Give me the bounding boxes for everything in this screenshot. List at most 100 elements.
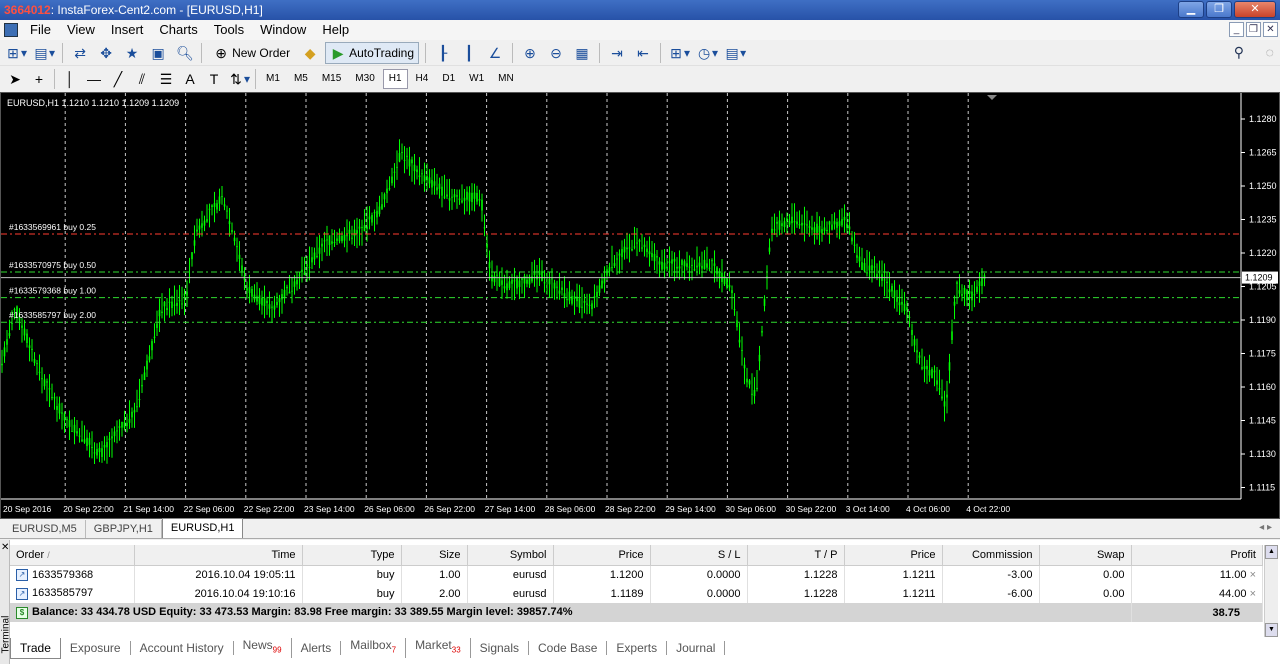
- crosshair-button[interactable]: +: [28, 68, 50, 90]
- bar-chart-button[interactable]: ┠: [432, 42, 454, 64]
- search-icon[interactable]: ⚲: [1234, 44, 1244, 61]
- profiles-button[interactable]: ▤ ▾: [32, 42, 56, 64]
- timeframe-w1[interactable]: W1: [463, 69, 490, 89]
- tab-market[interactable]: Market33: [406, 638, 471, 658]
- minimize-button[interactable]: ▁: [1178, 1, 1204, 18]
- timeframe-mn[interactable]: MN: [492, 69, 520, 89]
- line-chart-button[interactable]: ∠: [484, 42, 506, 64]
- close-terminal-icon[interactable]: ✕: [1, 542, 9, 553]
- autotrading-button[interactable]: ▶ AutoTrading: [325, 41, 420, 64]
- scroll-down-icon[interactable]: ▼: [1265, 623, 1278, 637]
- menu-insert[interactable]: Insert: [103, 20, 152, 40]
- tab-mailbox[interactable]: Mailbox7: [341, 638, 407, 658]
- data-window-button[interactable]: ✥: [95, 42, 117, 64]
- tab-news[interactable]: News99: [234, 638, 292, 658]
- tab-alerts[interactable]: Alerts: [292, 641, 342, 655]
- candlestick-button[interactable]: ┃: [458, 42, 480, 64]
- tab-code-base[interactable]: Code Base: [529, 641, 608, 655]
- price-chart[interactable]: 1.1280 1.1265 1.1250 1.1235 1.1220 1.1205 1.11…: [0, 92, 1280, 519]
- autoscroll-button[interactable]: ⇤: [632, 42, 654, 64]
- menu-window[interactable]: Window: [252, 20, 314, 40]
- text-button[interactable]: A: [179, 68, 201, 90]
- market-watch-button[interactable]: ⇄: [69, 42, 91, 64]
- chart-tab-eurusd-h1[interactable]: EURUSD,H1: [161, 518, 244, 538]
- mdi-restore-button[interactable]: ❐: [1246, 22, 1261, 37]
- candle-body: [168, 301, 171, 303]
- candle-body: [946, 394, 948, 398]
- col-profit[interactable]: Profit: [1131, 545, 1263, 566]
- terminal-button[interactable]: ▣: [147, 42, 169, 64]
- mdi-close-button[interactable]: ✕: [1263, 22, 1278, 37]
- templates-button[interactable]: ▤ ▾: [723, 42, 747, 64]
- timeframe-d1[interactable]: D1: [436, 69, 461, 89]
- tab-trade[interactable]: Trade: [10, 637, 61, 659]
- timeframe-m30[interactable]: M30: [349, 69, 380, 89]
- menu-charts[interactable]: Charts: [151, 20, 205, 40]
- chart-canvas[interactable]: 1.12801.12651.12501.12351.12201.12051.11…: [1, 93, 1279, 518]
- tab-account-history[interactable]: Account History: [131, 641, 234, 655]
- timeframe-m15[interactable]: M15: [316, 69, 347, 89]
- new-chart-icon: ⊞: [7, 44, 19, 61]
- close-order-icon[interactable]: ×: [1250, 588, 1256, 600]
- menu-tools[interactable]: Tools: [206, 20, 252, 40]
- new-order-button[interactable]: ⊕ New Order: [208, 42, 295, 64]
- chart-tab-eurusd-m5[interactable]: EURUSD,M5: [4, 520, 86, 538]
- candle-body: [516, 277, 518, 289]
- new-chart-button[interactable]: ⊞ ▾: [4, 42, 28, 64]
- tab-exposure[interactable]: Exposure: [61, 641, 131, 655]
- close-button[interactable]: ✕: [1234, 1, 1276, 18]
- col-tp[interactable]: T / P: [747, 545, 845, 566]
- cursor-button[interactable]: ➤: [4, 68, 26, 90]
- timeframe-h4[interactable]: H4: [410, 69, 435, 89]
- tab-signals[interactable]: Signals: [471, 641, 530, 655]
- zoom-out-button[interactable]: ⊖: [545, 42, 567, 64]
- candle-body: [556, 286, 558, 288]
- scroll-up-icon[interactable]: ▲: [1265, 545, 1278, 559]
- tab-scroll-arrows[interactable]: ◂ ▸: [1259, 522, 1272, 533]
- line-studies-toolbar: ➤ + │ — ╱ ⫽ ☰ A T ⇅ ▾ M1 M5 M15 M30 H1 H4…: [0, 66, 1280, 92]
- maximize-button[interactable]: ❐: [1206, 1, 1232, 18]
- trendline-button[interactable]: ╱: [107, 68, 129, 90]
- close-order-icon[interactable]: ×: [1250, 569, 1256, 581]
- table-row[interactable]: ↗ 1633585797 2016.10.04 19:10:16 buy 2.00…: [10, 584, 1263, 603]
- menu-help[interactable]: Help: [314, 20, 357, 40]
- strategy-tester-button[interactable]: 🔍︎: [173, 42, 195, 64]
- vertical-line-button[interactable]: │: [59, 68, 81, 90]
- col-sl[interactable]: S / L: [650, 545, 748, 566]
- tab-experts[interactable]: Experts: [607, 641, 668, 655]
- terminal-scrollbar[interactable]: ▲ ▼: [1264, 545, 1278, 637]
- tab-journal[interactable]: Journal: [667, 641, 726, 655]
- chart-tab-gbpjpy-h1[interactable]: GBPJPY,H1: [86, 520, 162, 538]
- fibonacci-button[interactable]: ☰: [155, 68, 177, 90]
- tile-windows-button[interactable]: ▦: [571, 42, 593, 64]
- arrows-button[interactable]: ⇅ ▾: [227, 68, 251, 90]
- label-button[interactable]: T: [203, 68, 225, 90]
- menu-view[interactable]: View: [59, 20, 103, 40]
- chat-icon[interactable]: ◌: [1266, 44, 1274, 60]
- indicators-button[interactable]: ⊞ ▾: [667, 42, 691, 64]
- col-swap[interactable]: Swap: [1039, 545, 1132, 566]
- col-price[interactable]: Price: [553, 545, 651, 566]
- timeframe-m5[interactable]: M5: [288, 69, 314, 89]
- timeframe-h1[interactable]: H1: [382, 69, 408, 89]
- navigator-button[interactable]: ★: [121, 42, 143, 64]
- menu-file[interactable]: File: [22, 20, 59, 40]
- mdi-minimize-button[interactable]: _: [1229, 22, 1244, 37]
- market-watch-icon: ⇄: [74, 44, 86, 61]
- meta-editor-button[interactable]: ◆: [299, 42, 321, 64]
- col-commission[interactable]: Commission: [942, 545, 1040, 566]
- chart-shift-button[interactable]: ⇥: [606, 42, 628, 64]
- col-symbol[interactable]: Symbol: [467, 545, 554, 566]
- horizontal-line-button[interactable]: —: [83, 68, 105, 90]
- col-time[interactable]: Time: [134, 545, 303, 566]
- table-row[interactable]: ↗ 1633579368 2016.10.04 19:05:11 buy 1.00…: [10, 565, 1263, 584]
- candle-body: [816, 223, 818, 234]
- col-size[interactable]: Size: [401, 545, 468, 566]
- channel-button[interactable]: ⫽: [131, 68, 153, 90]
- col-type[interactable]: Type: [302, 545, 402, 566]
- col-order[interactable]: Order /: [10, 545, 135, 566]
- zoom-in-button[interactable]: ⊕: [519, 42, 541, 64]
- periods-button[interactable]: ◷ ▾: [695, 42, 719, 64]
- col-current-price[interactable]: Price: [844, 545, 943, 566]
- timeframe-m1[interactable]: M1: [260, 69, 286, 89]
